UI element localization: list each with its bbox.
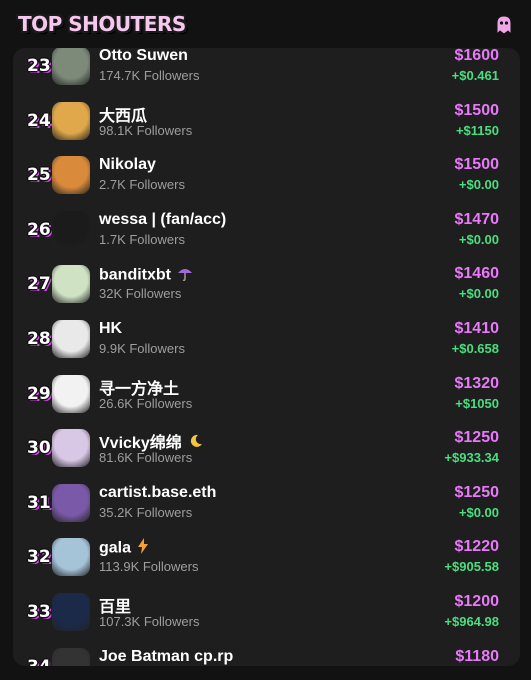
price-change: +$1050	[455, 395, 499, 411]
rank-number: 28	[27, 329, 51, 349]
shouter-name[interactable]: Otto Suwen	[99, 48, 188, 65]
list-item[interactable]: 26 wessa | (fan/acc) 1.7K Followers $1470 +$…	[13, 206, 520, 260]
avatar[interactable]	[52, 429, 90, 468]
shouters-list[interactable]: 23 Otto Suwen 174.7K Followers $1600 +$0.461…	[13, 48, 520, 666]
shouter-name[interactable]: Joe Batman cp.rp	[99, 648, 233, 666]
price-change: +$0.00	[458, 177, 499, 193]
lightning-icon	[137, 538, 149, 559]
price-change: +$0.00	[458, 504, 499, 520]
shouter-name-text: Otto Suwen	[99, 48, 188, 64]
bottom-bar	[0, 670, 531, 680]
shouter-name-text: cartist.base.eth	[99, 483, 217, 501]
follower-count: 81.6K Followers	[99, 450, 193, 466]
avatar[interactable]	[52, 101, 90, 140]
shout-price: $1180	[455, 647, 499, 665]
avatar[interactable]	[52, 593, 90, 631]
list-item[interactable]: 29 寻一方净土 26.6K Followers $1320 +$1050	[13, 370, 520, 424]
shout-price: $1500	[454, 101, 500, 119]
price-change: +$964.98	[444, 614, 499, 629]
shout-price: $1250	[454, 429, 500, 447]
list-item[interactable]: 32 gala 113.9K Followers $1220 +$905.58	[13, 533, 520, 587]
rank-number: 31	[27, 492, 51, 513]
list-item[interactable]: 28 HK 9.9K Followers $1410 +$0.658	[13, 315, 520, 369]
avatar[interactable]	[52, 156, 90, 195]
shouter-name[interactable]: HK	[99, 320, 122, 338]
follower-count: 174.7K Followers	[99, 68, 200, 83]
follower-count: 98.1K Followers	[99, 122, 193, 138]
ghost-icon[interactable]	[493, 14, 515, 36]
list-item[interactable]: 23 Otto Suwen 174.7K Followers $1600 +$0.461	[13, 48, 520, 96]
avatar[interactable]	[52, 538, 90, 577]
shout-price: $1320	[454, 374, 500, 392]
avatar[interactable]	[52, 483, 90, 522]
list-item[interactable]: 31 cartist.base.eth 35.2K Followers $1250 +$…	[13, 479, 520, 533]
avatar[interactable]	[52, 265, 90, 304]
list-item[interactable]: 25 Nikolay 2.7K Followers $1500 +$0.00	[13, 151, 520, 205]
shouter-name-text: Joe Batman cp.rp	[99, 647, 234, 665]
follower-count: 9.9K Followers	[99, 341, 185, 356]
header: TOP SHOUTERS	[0, 0, 531, 50]
price-change: +$0.00	[458, 231, 499, 247]
avatar[interactable]	[52, 320, 90, 358]
avatar[interactable]	[52, 647, 90, 666]
price-change: +$933.34	[444, 450, 499, 466]
list-item[interactable]: 33 百里 107.3K Followers $1200 +$964.98	[13, 588, 520, 642]
shouter-name-text: gala	[99, 540, 132, 558]
follower-count: 2.7K Followers	[99, 177, 185, 193]
follower-count: 35.2K Followers	[99, 504, 193, 520]
price-change: +$0.658	[451, 341, 499, 356]
shout-price: $1220	[454, 538, 500, 556]
shout-price: $1250	[454, 483, 500, 501]
shouter-name[interactable]: Nikolay	[99, 156, 156, 174]
rank-number: 26	[27, 219, 51, 240]
rank-number: 30	[27, 438, 51, 459]
list-item[interactable]: 27 banditxbt 32K Followers $1460 +$0.00	[13, 260, 520, 314]
rank-number: 25	[27, 165, 51, 186]
rank-number: 34	[27, 657, 51, 666]
shouter-name[interactable]: gala	[99, 538, 149, 559]
shout-price: $1470	[454, 210, 500, 228]
list-item[interactable]: 30 Vvicky绵绵 81.6K Followers $1250 +$933.34	[13, 424, 520, 478]
avatar[interactable]	[52, 210, 90, 249]
shouter-name[interactable]: banditxbt	[99, 265, 193, 286]
rank-number: 32	[27, 547, 51, 568]
price-change: +$905.58	[444, 559, 499, 575]
shout-price: $1500	[454, 156, 500, 174]
follower-count: 26.6K Followers	[99, 395, 193, 411]
shouter-name-text: Nikolay	[99, 156, 156, 174]
shouter-name[interactable]: cartist.base.eth	[99, 484, 216, 502]
shouter-name[interactable]: wessa | (fan/acc)	[99, 211, 226, 229]
follower-count: 1.7K Followers	[99, 231, 185, 247]
follower-count: 107.3K Followers	[99, 614, 200, 629]
price-change: +$0.00	[458, 286, 499, 302]
shout-price: $1460	[454, 265, 500, 283]
avatar[interactable]	[52, 48, 90, 85]
price-change: +$1150	[455, 122, 499, 138]
shout-price: $1410	[454, 320, 500, 337]
rank-number: 33	[27, 602, 51, 622]
umbrella-icon	[177, 265, 193, 286]
shouter-name-text: banditxbt	[99, 267, 171, 285]
price-change: +$0.461	[451, 68, 499, 83]
list-item[interactable]: 24 大西瓜 98.1K Followers $1500 +$1150	[13, 97, 520, 151]
shouter-name-text: wessa | (fan/acc)	[99, 210, 227, 228]
follower-count: 32K Followers	[99, 286, 182, 302]
shouter-name-text: HK	[99, 320, 123, 337]
rank-number: 29	[27, 383, 51, 404]
rank-number: 24	[27, 110, 51, 131]
list-item[interactable]: 34 Joe Batman cp.rp $1180	[13, 643, 520, 666]
rank-number: 27	[27, 274, 51, 295]
rank-number: 23	[27, 56, 51, 76]
page-title: TOP SHOUTERS	[18, 12, 186, 36]
avatar[interactable]	[52, 374, 90, 413]
shout-price: $1600	[454, 48, 500, 64]
follower-count: 113.9K Followers	[99, 559, 199, 575]
shout-price: $1200	[454, 593, 500, 610]
